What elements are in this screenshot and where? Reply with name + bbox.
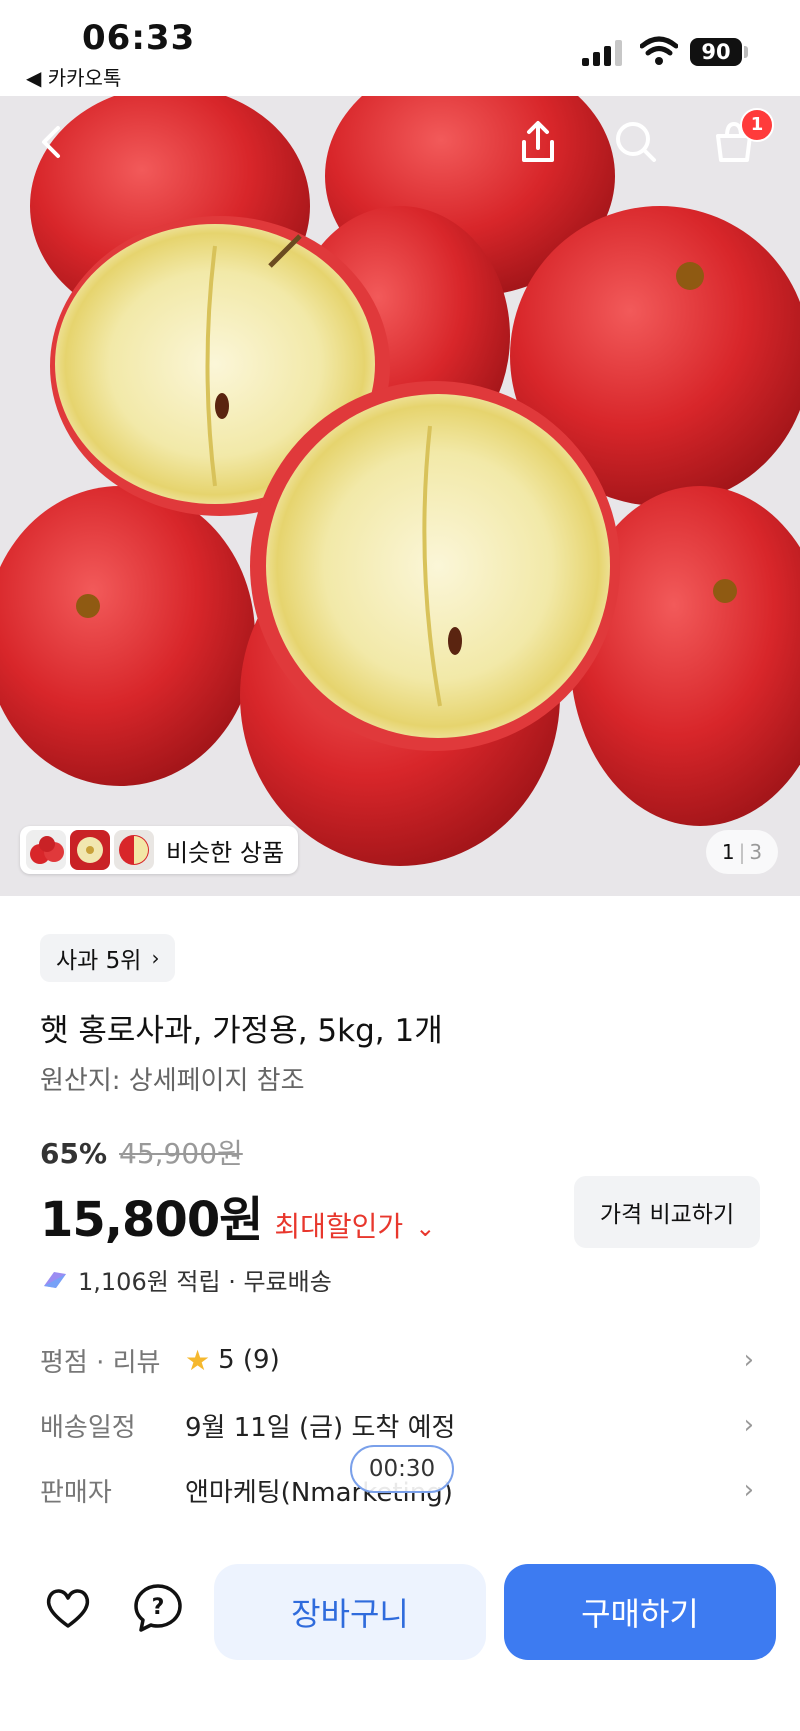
product-image-gallery[interactable] xyxy=(0,96,800,896)
chevron-right-icon: › xyxy=(151,946,160,970)
reward-shipping-info: 1,106원 적립 · 무료배송 xyxy=(40,1262,332,1297)
sale-price: 15,800원 xyxy=(40,1192,263,1248)
bottom-action-bar: ? 장바구니 구매하기 xyxy=(0,1540,800,1731)
heart-icon[interactable] xyxy=(40,1580,96,1636)
product-origin: 원산지: 상세페이지 참조 xyxy=(40,1066,305,1096)
rating-value-group: ★ 5 (9) xyxy=(185,1344,280,1377)
delivery-label: 배송일정 xyxy=(40,1412,136,1443)
price-row: 15,800원 최대할인가 ⌄ xyxy=(40,1180,435,1250)
battery-indicator: 90 xyxy=(690,38,742,66)
wifi-icon xyxy=(640,36,678,65)
rank-chip-label: 사과 5위 xyxy=(56,948,142,974)
star-icon: ★ xyxy=(185,1343,211,1377)
share-icon[interactable] xyxy=(510,114,566,170)
chevron-right-icon: › xyxy=(743,1345,754,1375)
similar-thumb-2 xyxy=(70,830,110,870)
svg-text:?: ? xyxy=(152,1595,165,1620)
add-to-cart-button[interactable]: 장바구니 xyxy=(214,1564,486,1660)
pager-total: 3 xyxy=(749,840,763,864)
discount-row: 65% 45,900원 xyxy=(40,1132,243,1172)
rating-label: 평점 · 리뷰 xyxy=(40,1347,161,1378)
delivery-value: 9월 11일 (금) 도착 예정 xyxy=(185,1412,456,1443)
similar-thumb-3 xyxy=(114,830,154,870)
pager-current: 1 xyxy=(721,840,735,864)
chevron-right-icon: › xyxy=(743,1475,754,1505)
reward-point-icon xyxy=(44,1271,66,1288)
chevron-down-icon[interactable]: ⌄ xyxy=(415,1214,435,1242)
status-time: 06:33 xyxy=(82,18,196,58)
reward-text: 1,106원 적립 · 무료배송 xyxy=(78,1268,332,1296)
pager-separator: | xyxy=(738,840,746,864)
chevron-right-icon: › xyxy=(743,1410,754,1440)
original-price: 45,900원 xyxy=(119,1137,243,1170)
delivery-row[interactable]: 배송일정 9월 11일 (금) 도착 예정 › xyxy=(40,1400,760,1450)
product-title: 햇 홍로사과, 가정용, 5kg, 1개 xyxy=(40,1013,443,1049)
battery-tip xyxy=(744,46,748,58)
timer-badge: 00:30 xyxy=(350,1445,454,1493)
seller-label: 판매자 xyxy=(40,1477,112,1508)
status-bar: 06:33 ◀ 카카오톡 90 xyxy=(0,0,800,96)
max-discount-toggle[interactable]: 최대할인가 xyxy=(274,1205,403,1245)
similar-products-label: 비슷한 상품 xyxy=(166,838,285,867)
cart-count-badge: 1 xyxy=(740,108,774,142)
similar-thumb-1 xyxy=(26,830,66,870)
back-arrow-icon[interactable] xyxy=(24,114,80,170)
image-pager: 1 | 3 xyxy=(706,830,778,874)
buy-now-button[interactable]: 구매하기 xyxy=(504,1564,776,1660)
back-to-app-link[interactable]: ◀ 카카오톡 xyxy=(26,62,121,91)
discount-percent: 65% xyxy=(40,1137,108,1170)
search-icon[interactable] xyxy=(608,114,664,170)
cellular-signal-icon xyxy=(582,38,626,66)
product-photo-apples xyxy=(0,96,800,896)
rating-value: 5 (9) xyxy=(218,1345,280,1375)
top-nav xyxy=(0,96,800,186)
similar-products-button[interactable]: 비슷한 상품 xyxy=(20,826,299,874)
category-rank-chip[interactable]: 사과 5위 › xyxy=(40,934,176,982)
price-compare-button[interactable]: 가격 비교하기 xyxy=(574,1176,760,1248)
question-icon[interactable]: ? xyxy=(130,1580,186,1636)
rating-review-row[interactable]: 평점 · 리뷰 ★ 5 (9) › xyxy=(40,1335,760,1385)
